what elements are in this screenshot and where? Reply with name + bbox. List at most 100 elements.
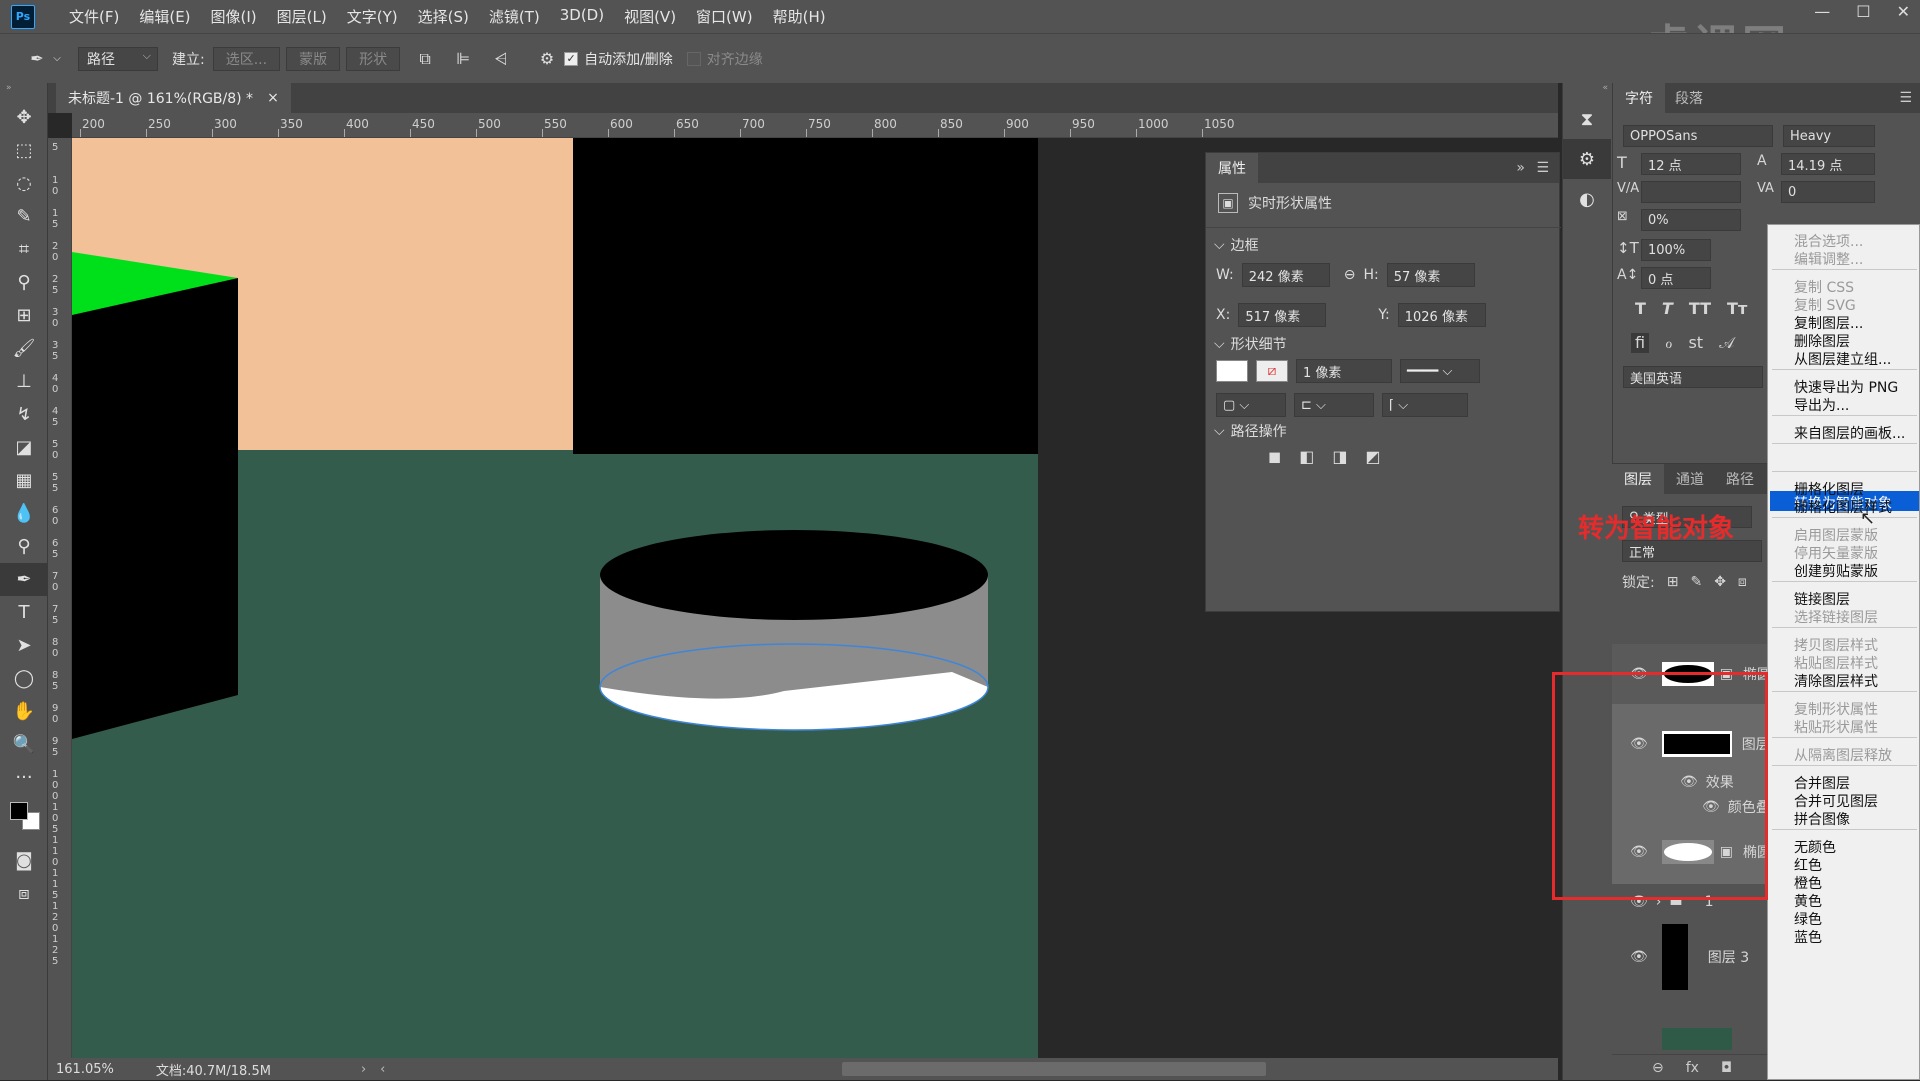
language-select[interactable]: 美国英语	[1623, 366, 1763, 388]
height-field[interactable]: 57 像素	[1386, 263, 1475, 287]
gear-icon[interactable]: ⚙	[534, 46, 560, 72]
quick-mask-icon[interactable]: ◙	[0, 844, 48, 877]
type-tool-icon[interactable]: T	[0, 596, 48, 629]
stylistic-icon[interactable]: 𝒜	[1719, 333, 1734, 353]
selection-button[interactable]: 选区...	[212, 46, 281, 71]
menu-item[interactable]: 蓝色	[1794, 927, 1822, 947]
checkbox-checked-icon[interactable]: ✓	[564, 51, 579, 66]
y-field[interactable]: 1026 像素	[1397, 303, 1486, 327]
maximize-icon[interactable]: ☐	[1856, 2, 1870, 21]
move-tool-icon[interactable]: ✥	[0, 101, 48, 134]
width-field[interactable]: 242 像素	[1241, 263, 1330, 287]
mode-select[interactable]: 路径	[78, 46, 158, 71]
zoom-level[interactable]: 161.05%	[56, 1062, 114, 1077]
ordinal-icon[interactable]: st	[1688, 333, 1703, 353]
menu-item[interactable]: 滤镜(T)	[479, 6, 550, 27]
tab-paragraph[interactable]: 段落	[1665, 88, 1713, 108]
leading-field[interactable]: 14.19 点	[1781, 153, 1875, 175]
properties-tab[interactable]: 属性	[1206, 153, 1258, 183]
eyedropper-tool-icon[interactable]: ⚲	[0, 266, 48, 299]
font-family-select[interactable]: OPPOSans	[1623, 125, 1773, 147]
lock-paint-icon[interactable]: ✎	[1690, 574, 1702, 590]
auto-add-checkbox[interactable]: ✓ 自动添加/删除	[564, 49, 673, 69]
align-edges-checkbox[interactable]: 对齐边缘	[686, 49, 763, 69]
checkbox-unchecked-icon[interactable]	[686, 51, 701, 66]
menu-item[interactable]: 快速导出为 PNG	[1794, 377, 1898, 397]
panel-expand-icon[interactable]: »	[1516, 160, 1525, 176]
chevron-down-icon[interactable]: ⌵	[1214, 423, 1225, 439]
color-swatches[interactable]	[0, 794, 47, 844]
document-tab[interactable]: 未标题-1 @ 161%(RGB/8) * ×	[56, 83, 291, 113]
menu-item[interactable]: 图像(I)	[201, 6, 267, 27]
kerning-field[interactable]	[1641, 181, 1741, 203]
fx-icon[interactable]: fx	[1686, 1060, 1699, 1076]
ellipse-tool-icon[interactable]: ◯	[0, 662, 48, 695]
subtract-shape-icon[interactable]: ◧	[1299, 447, 1314, 466]
stroke-width-field[interactable]: 1 像素	[1296, 359, 1392, 383]
path-align-icon[interactable]: ⊫	[450, 46, 476, 72]
tracking-field[interactable]: 0	[1781, 181, 1875, 203]
menu-item[interactable]: 合并可见图层	[1794, 791, 1878, 811]
more-tools-icon[interactable]: ···	[0, 761, 48, 794]
path-select-tool-icon[interactable]: ➤	[0, 629, 48, 662]
tab-paths[interactable]: 路径	[1716, 469, 1764, 489]
screen-mode-icon[interactable]: ⧈	[0, 877, 48, 910]
patch-tool-icon[interactable]: ⊞	[0, 299, 48, 332]
menu-item[interactable]: 删除图层	[1794, 331, 1850, 351]
adjustments-panel-icon[interactable]: ◐	[1563, 179, 1611, 219]
foreground-color-icon[interactable]	[10, 802, 28, 820]
stroke-cap-select[interactable]: ⊏ ⌵	[1294, 393, 1374, 417]
menu-item[interactable]: 编辑(E)	[129, 6, 200, 27]
font-style-select[interactable]: Heavy	[1783, 125, 1875, 147]
menu-item[interactable]: 来自图层的画板...	[1794, 423, 1905, 443]
menu-item[interactable]: 从图层建立组...	[1794, 349, 1891, 369]
menu-item[interactable]: 清除图层样式	[1794, 671, 1878, 691]
menu-item[interactable]: 拼合图像	[1794, 809, 1850, 829]
menu-item[interactable]: 帮助(H)	[763, 6, 836, 27]
menu-item[interactable]: 3D(D)	[550, 6, 614, 27]
allcaps-icon[interactable]: TT	[1689, 299, 1711, 318]
font-size-field[interactable]: 12 点	[1641, 153, 1741, 175]
history-panel-icon[interactable]: ⧗	[1563, 99, 1611, 139]
baseline-field[interactable]: 0 点	[1641, 267, 1711, 289]
collapse-icon[interactable]: «	[1563, 83, 1612, 99]
menu-item[interactable]: 文字(Y)	[337, 6, 408, 27]
stroke-type-select[interactable]: ━━━━ ⌵	[1400, 359, 1480, 383]
link-icon[interactable]: ⊖	[1344, 267, 1356, 283]
menu-item[interactable]: 文件(F)	[59, 6, 129, 27]
blur-tool-icon[interactable]: 💧	[0, 497, 48, 530]
close-tab-icon[interactable]: ×	[267, 90, 279, 106]
stamp-tool-icon[interactable]: ⊥	[0, 365, 48, 398]
stroke-corner-select[interactable]: ⌈ ⌵	[1382, 393, 1468, 417]
menu-item[interactable]: 复制图层...	[1794, 313, 1863, 333]
marquee-tool-icon[interactable]: ⬚	[0, 134, 48, 167]
italic-icon[interactable]: T	[1662, 299, 1673, 318]
swash-icon[interactable]: ℴ	[1665, 333, 1672, 353]
collapse-icon[interactable]: »	[0, 83, 47, 101]
pen-tool-icon[interactable]: ✒	[24, 46, 50, 72]
panel-menu-icon[interactable]: ☰	[1536, 160, 1549, 176]
zoom-tool-icon[interactable]: 🔍	[0, 728, 48, 761]
bold-icon[interactable]: T	[1635, 299, 1646, 318]
stroke-align-select[interactable]: ▢ ⌵	[1216, 393, 1286, 417]
scroll-left-icon[interactable]: ‹	[380, 1062, 385, 1077]
vertical-scale-field[interactable]: 100%	[1641, 239, 1711, 261]
menu-item[interactable]: 视图(V)	[614, 6, 686, 27]
lock-position-icon[interactable]: ✥	[1714, 574, 1726, 590]
path-ops-icon[interactable]: ⧉	[412, 46, 438, 72]
gradient-tool-icon[interactable]: ▦	[0, 464, 48, 497]
add-mask-icon[interactable]: ◘	[1721, 1060, 1732, 1076]
menu-item[interactable]: 绿色	[1794, 909, 1822, 929]
ligature-icon[interactable]: fi	[1631, 333, 1650, 353]
menu-item[interactable]: 黄色	[1794, 891, 1822, 911]
chevron-down-icon[interactable]: ⌵	[1214, 336, 1225, 352]
minimize-icon[interactable]: —	[1814, 2, 1830, 21]
menu-item[interactable]: 栅格化图层	[1794, 479, 1864, 499]
dodge-tool-icon[interactable]: ⚲	[0, 530, 48, 563]
tab-layers[interactable]: 图层	[1612, 464, 1664, 494]
tab-channels[interactable]: 通道	[1664, 469, 1716, 489]
chevron-down-icon[interactable]: ⌵	[1214, 237, 1225, 253]
mask-button[interactable]: 蒙版	[286, 46, 341, 71]
crop-tool-icon[interactable]: ⌗	[0, 233, 48, 266]
pen-tool-icon[interactable]: ✒	[0, 563, 48, 596]
